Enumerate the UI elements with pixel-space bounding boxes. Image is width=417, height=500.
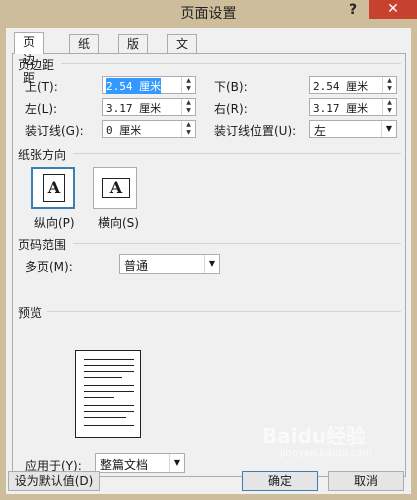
multiple-pages-label: 多页(M):	[25, 260, 73, 274]
tab-layout[interactable]: 版式	[118, 34, 149, 69]
spinner-arrows[interactable]: ▲ ▼	[181, 99, 195, 115]
preview-text-line	[84, 411, 134, 412]
chevron-down-icon[interactable]: ▼	[204, 255, 219, 273]
bottom-margin-value[interactable]: 2.54 厘米	[313, 78, 368, 94]
preview-text-line	[84, 359, 134, 360]
preview-text-line	[84, 425, 134, 426]
spin-down-icon[interactable]: ▼	[182, 85, 195, 93]
spinner-arrows[interactable]: ▲ ▼	[181, 77, 195, 93]
landscape-option[interactable]: A	[93, 167, 137, 209]
preview-text-line	[84, 385, 134, 386]
page-setup-dialog: 页面设置 ? ✕ 页边距 纸张 版式 文档网格 页边距 上(T): 2.54 厘…	[0, 0, 417, 500]
preview-text-line	[84, 405, 134, 406]
right-margin-spinner[interactable]: 3.17 厘米 ▲ ▼	[309, 98, 397, 116]
portrait-page-icon: A	[43, 174, 65, 202]
top-margin-value[interactable]: 2.54 厘米	[106, 78, 162, 94]
spin-up-icon[interactable]: ▲	[182, 121, 195, 129]
preview-page-thumbnail	[75, 350, 141, 438]
spinner-arrows[interactable]: ▲ ▼	[181, 121, 195, 137]
tab-doc-grid[interactable]: 文档网格	[167, 34, 198, 105]
portrait-label[interactable]: 纵向(P)	[34, 214, 75, 231]
close-button[interactable]: ✕	[369, 0, 417, 19]
right-margin-label: 右(R):	[214, 102, 248, 116]
preview-text-line	[84, 365, 134, 366]
cancel-button[interactable]: 取消	[328, 471, 404, 491]
top-margin-spinner[interactable]: 2.54 厘米 ▲ ▼	[102, 76, 196, 94]
margins-divider	[61, 63, 401, 64]
set-default-button[interactable]: 设为默认值(D)	[8, 471, 100, 491]
gutter-position-label: 装订线位置(U):	[214, 124, 297, 138]
left-margin-spinner[interactable]: 3.17 厘米 ▲ ▼	[102, 98, 196, 116]
gutter-position-select[interactable]: 左 ▼	[309, 120, 397, 138]
title-bar: 页面设置 ? ✕	[0, 0, 417, 24]
preview-text-line	[84, 417, 126, 418]
ok-button[interactable]: 确定	[242, 471, 318, 491]
gutter-position-value: 左	[314, 124, 327, 138]
watermark-url: jingyan.baidu.com	[280, 448, 373, 459]
tab-panel: 页边距 上(T): 2.54 厘米 ▲ ▼ 下(B): 2.54 厘米 ▲ ▼ 左(…	[12, 53, 406, 477]
left-margin-label: 左(L):	[25, 102, 58, 116]
tab-paper[interactable]: 纸张	[69, 34, 100, 69]
orientation-divider	[73, 153, 401, 154]
help-button[interactable]: ?	[344, 0, 362, 20]
spin-down-icon[interactable]: ▼	[182, 107, 195, 115]
multiple-pages-value: 普通	[124, 259, 149, 273]
bottom-margin-spinner[interactable]: 2.54 厘米 ▲ ▼	[309, 76, 397, 94]
spin-down-icon[interactable]: ▼	[383, 85, 396, 93]
chevron-down-icon[interactable]: ▼	[169, 454, 184, 472]
landscape-page-icon: A	[102, 178, 130, 198]
apply-to-value: 整篇文档	[100, 458, 149, 472]
bottom-margin-label: 下(B):	[214, 80, 248, 94]
right-margin-value[interactable]: 3.17 厘米	[313, 100, 368, 116]
preview-text-line	[84, 377, 122, 378]
watermark-logo: Baidu经验	[262, 424, 367, 448]
spin-up-icon[interactable]: ▲	[383, 99, 396, 107]
spinner-arrows[interactable]: ▲ ▼	[382, 99, 396, 115]
orientation-section-title: 纸张方向	[18, 146, 67, 163]
spin-down-icon[interactable]: ▼	[383, 107, 396, 115]
preview-text-line	[84, 397, 114, 398]
spinner-arrows[interactable]: ▲ ▼	[382, 77, 396, 93]
gutter-label: 装订线(G):	[25, 124, 84, 138]
spin-up-icon[interactable]: ▲	[383, 77, 396, 85]
left-margin-value[interactable]: 3.17 厘米	[106, 100, 161, 116]
chevron-down-icon[interactable]: ▼	[381, 121, 396, 137]
gutter-value[interactable]: 0 厘米	[106, 122, 141, 138]
tab-margins[interactable]: 页边距	[14, 32, 45, 85]
apply-to-select[interactable]: 整篇文档 ▼	[95, 453, 185, 473]
preview-section-title: 预览	[18, 304, 43, 321]
pages-divider	[73, 243, 401, 244]
spin-up-icon[interactable]: ▲	[182, 77, 195, 85]
pages-section-title: 页码范围	[18, 236, 67, 253]
preview-text-line	[84, 391, 134, 392]
multiple-pages-select[interactable]: 普通 ▼	[119, 254, 220, 274]
landscape-label[interactable]: 横向(S)	[98, 214, 139, 231]
spin-up-icon[interactable]: ▲	[182, 99, 195, 107]
preview-text-line	[84, 371, 134, 372]
portrait-option[interactable]: A	[31, 167, 75, 209]
preview-divider	[47, 311, 401, 312]
gutter-spinner[interactable]: 0 厘米 ▲ ▼	[102, 120, 196, 138]
spin-down-icon[interactable]: ▼	[182, 129, 195, 137]
